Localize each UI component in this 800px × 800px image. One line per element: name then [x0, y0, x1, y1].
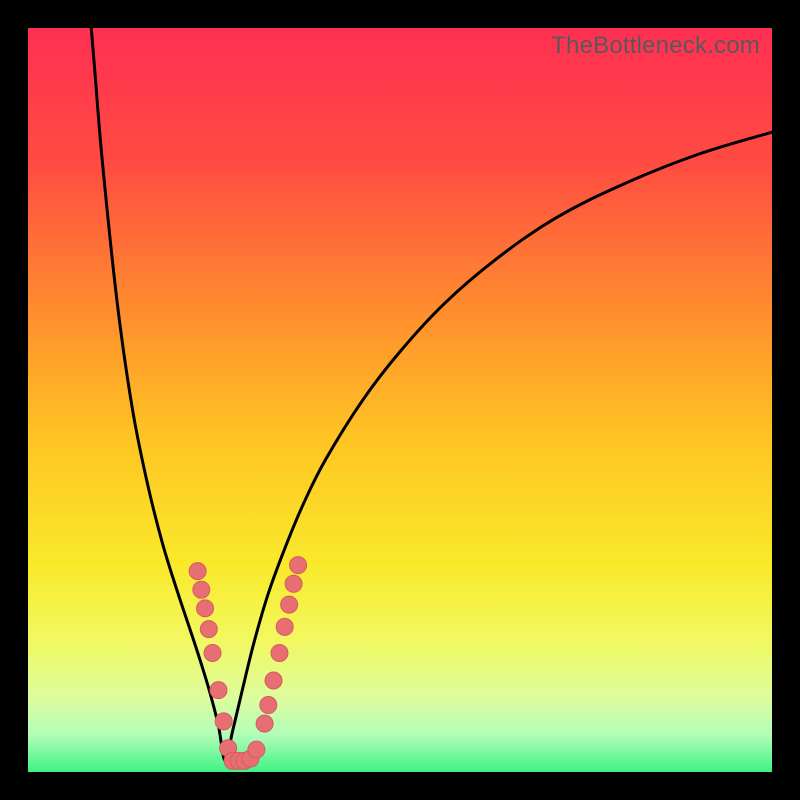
data-marker	[200, 621, 217, 638]
bottleneck-curve	[91, 28, 772, 761]
v-curve	[91, 28, 772, 761]
data-marker	[256, 715, 273, 732]
data-marker	[204, 644, 221, 661]
data-marker	[193, 581, 210, 598]
data-marker	[276, 618, 293, 635]
plot-area: TheBottleneck.com	[28, 28, 772, 772]
chart-frame: TheBottleneck.com	[0, 0, 800, 800]
data-marker	[260, 697, 277, 714]
data-marker	[265, 672, 282, 689]
data-marker	[248, 741, 265, 758]
data-marker	[285, 575, 302, 592]
data-marker	[290, 557, 307, 574]
data-marker	[271, 644, 288, 661]
data-marker	[210, 682, 227, 699]
data-marker	[197, 600, 214, 617]
data-marker	[281, 596, 298, 613]
curve-layer	[28, 28, 772, 772]
data-marker	[215, 713, 232, 730]
data-marker	[189, 563, 206, 580]
